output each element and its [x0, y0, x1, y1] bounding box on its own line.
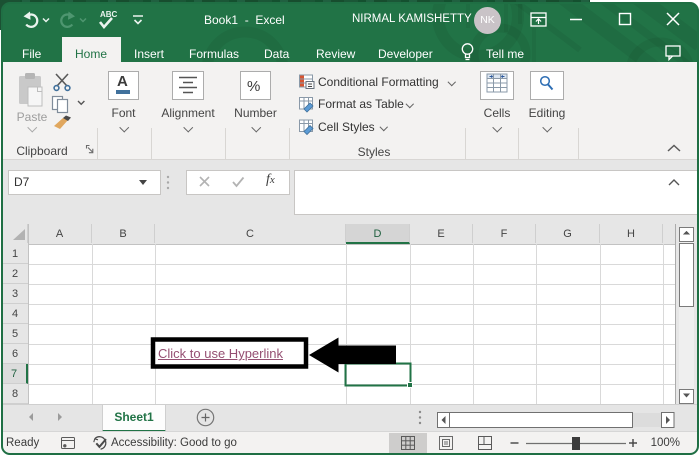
svg-text:%: % [247, 78, 260, 95]
svg-text:ABC: ABC [100, 10, 118, 19]
svg-text:A: A [117, 73, 128, 90]
